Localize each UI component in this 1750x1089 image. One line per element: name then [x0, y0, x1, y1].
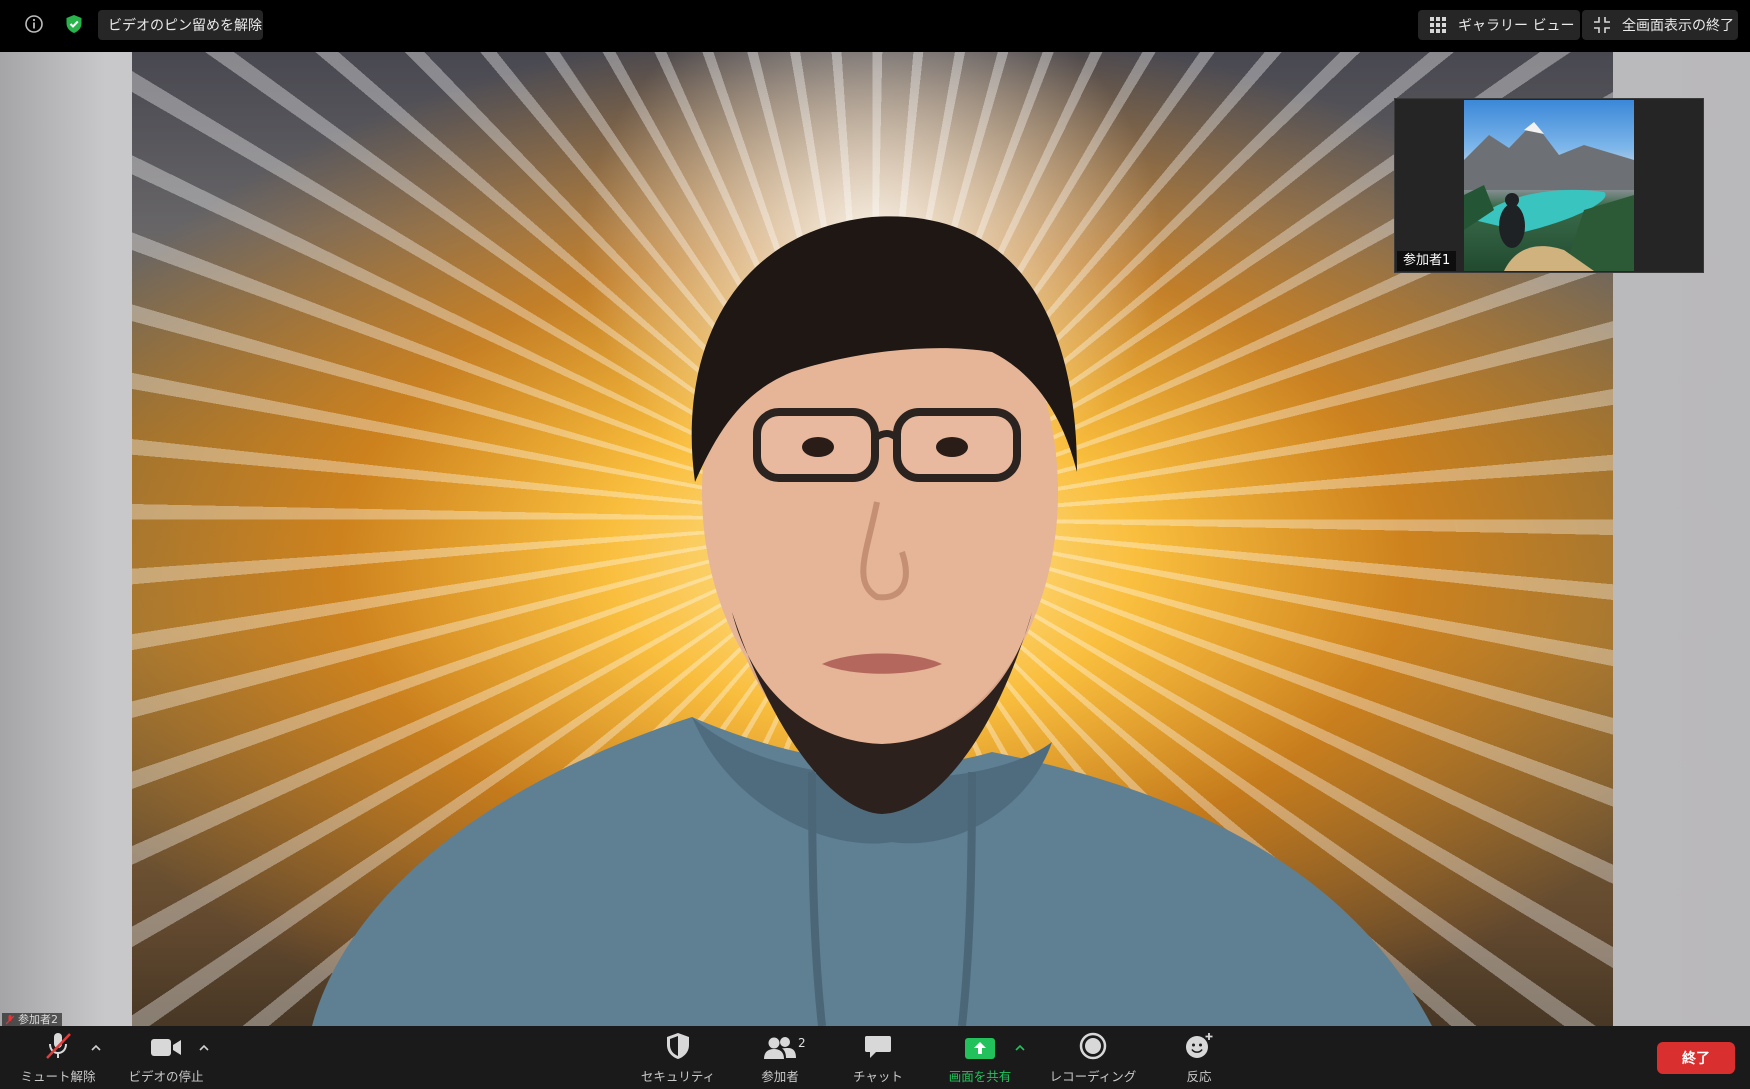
participant-thumbnail[interactable]: 参加者1	[1394, 98, 1704, 273]
grid-icon	[1430, 17, 1446, 33]
self-name-label: 参加者2	[18, 1013, 58, 1026]
exit-fullscreen-button[interactable]: 全画面表示の終了	[1582, 10, 1738, 40]
share-screen-label: 画面を共有	[948, 1069, 1012, 1084]
stop-video-label: ビデオの停止	[128, 1069, 204, 1084]
end-meeting-label: 終了	[1682, 1051, 1710, 1067]
participants-count-badge: 2	[798, 1036, 806, 1050]
top-bar: ビデオのピン留めを解除 ギャラリー ビュー 全画面表示の終了	[0, 0, 1750, 52]
participants-button[interactable]: 参加者	[732, 1026, 828, 1089]
unmute-button[interactable]: ミュート解除	[10, 1026, 106, 1089]
unmute-label: ミュート解除	[20, 1069, 96, 1084]
reactions-button[interactable]: 反応	[1151, 1026, 1247, 1089]
gallery-view-label: ギャラリー ビュー	[1458, 18, 1575, 34]
reaction-smiley-icon	[1186, 1033, 1213, 1058]
participants-label: 参加者	[761, 1069, 799, 1084]
landscape-image	[1464, 122, 1634, 271]
participant-video-person	[312, 216, 1432, 1026]
muted-microphone-icon	[46, 1033, 71, 1059]
unpin-video-label: ビデオのピン留めを解除	[108, 18, 262, 34]
stop-video-button[interactable]: ビデオの停止	[118, 1026, 214, 1089]
exit-fullscreen-label: 全画面表示の終了	[1622, 18, 1734, 34]
record-label: レコーディング	[1049, 1069, 1137, 1084]
info-icon[interactable]	[22, 12, 46, 36]
self-name-tag: 参加者2	[2, 1013, 62, 1027]
end-meeting-button[interactable]: 終了	[1657, 1042, 1735, 1074]
meeting-toolbar: ミュート解除 ビデオの停止 セキュリティ 参加者 2 チャット 画面を共有 レコ…	[0, 1026, 1750, 1089]
video-camera-icon	[151, 1039, 181, 1056]
video-options-caret-icon[interactable]	[198, 1044, 210, 1052]
audio-options-caret-icon[interactable]	[90, 1044, 102, 1052]
security-button[interactable]: セキュリティ	[630, 1026, 726, 1089]
chat-bubble-icon	[865, 1036, 891, 1058]
reactions-label: 反応	[1186, 1069, 1212, 1084]
gallery-view-button[interactable]: ギャラリー ビュー	[1418, 10, 1580, 40]
muted-mic-icon	[6, 1015, 14, 1025]
share-screen-icon	[965, 1038, 995, 1059]
thumbnail-video-feed	[1464, 100, 1634, 271]
video-stage: 参加者1	[0, 52, 1750, 1026]
main-video-feed[interactable]	[132, 52, 1613, 1026]
chat-button[interactable]: チャット	[830, 1026, 926, 1089]
unpin-video-button[interactable]: ビデオのピン留めを解除	[98, 10, 263, 40]
security-label: セキュリティ	[640, 1069, 716, 1084]
record-icon	[1079, 1032, 1107, 1060]
thumbnail-name-tag: 参加者1	[1397, 251, 1457, 271]
chat-label: チャット	[853, 1069, 903, 1084]
share-options-caret-icon[interactable]	[1014, 1044, 1026, 1052]
encryption-shield-icon[interactable]	[62, 12, 86, 36]
participants-icon	[764, 1037, 796, 1059]
record-button[interactable]: レコーディング	[1043, 1026, 1143, 1089]
security-shield-icon	[667, 1033, 689, 1059]
share-screen-button[interactable]: 画面を共有	[932, 1026, 1028, 1089]
exit-fullscreen-icon	[1594, 17, 1610, 33]
